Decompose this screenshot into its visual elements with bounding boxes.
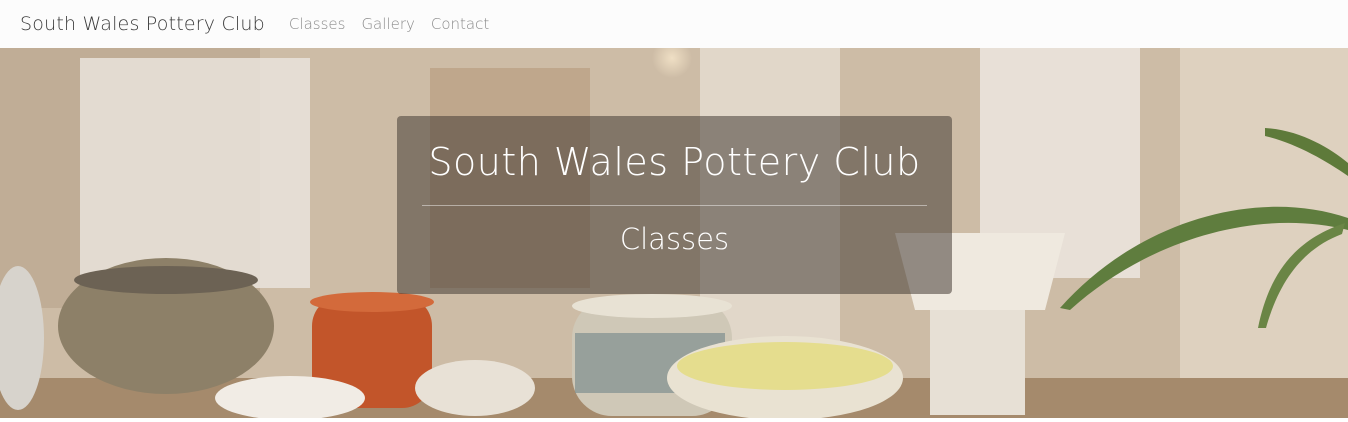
hero-divider — [422, 205, 927, 206]
nav-link-contact[interactable]: Contact — [431, 15, 489, 33]
nav-link-gallery[interactable]: Gallery — [361, 15, 414, 33]
navbar: South Wales Pottery Club Classes Gallery… — [0, 0, 1348, 48]
hero-title-panel: South Wales Pottery Club Classes — [397, 116, 952, 294]
hero-title: South Wales Pottery Club — [428, 140, 921, 184]
nav-links: Classes Gallery Contact — [289, 15, 505, 33]
hero-subtitle: Classes — [619, 222, 730, 256]
brand-link[interactable]: South Wales Pottery Club — [20, 13, 265, 35]
hero-banner: South Wales Pottery Club Classes — [0, 48, 1348, 418]
nav-link-classes[interactable]: Classes — [289, 15, 346, 33]
